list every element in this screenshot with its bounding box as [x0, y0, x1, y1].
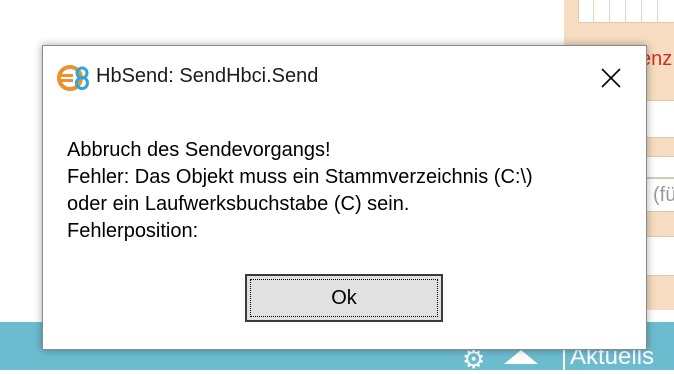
message-line: Fehler: Das Objekt muss ein Stammverzeic…	[67, 166, 533, 188]
background-field	[646, 156, 674, 178]
message-line: Abbruch des Sendevorgangs!	[67, 139, 331, 161]
ok-button[interactable]: Ok	[245, 274, 443, 322]
background-grid	[578, 0, 674, 23]
close-button[interactable]	[591, 60, 631, 96]
up-arrow-icon[interactable]	[504, 350, 538, 364]
background-field	[646, 100, 674, 138]
error-dialog: HbSend: SendHbci.Send Abbruch des Sendev…	[42, 45, 647, 350]
background-field	[646, 236, 674, 276]
dialog-message: Abbruch des Sendevorgangs! Fehler: Das O…	[67, 137, 533, 245]
dialog-titlebar[interactable]: HbSend: SendHbci.Send	[43, 46, 646, 110]
close-icon	[601, 68, 621, 88]
background-input[interactable]: (fü	[646, 178, 674, 212]
dialog-title: HbSend: SendHbci.Send	[96, 65, 319, 87]
message-line: Fehlerposition:	[67, 220, 199, 242]
euro-8-logo-icon	[57, 65, 89, 91]
message-line: oder ein Laufwerksbuchstabe (C) sein.	[67, 193, 410, 215]
